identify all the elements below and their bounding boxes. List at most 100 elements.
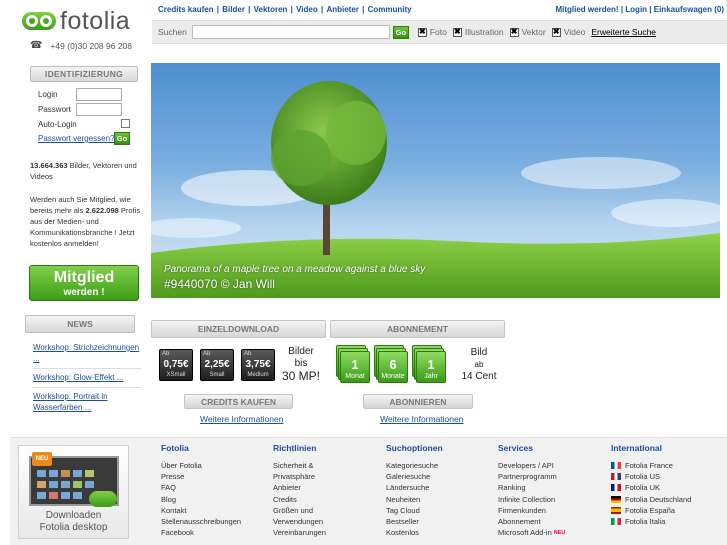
search-input[interactable] — [191, 25, 390, 39]
phone-icon: ☎ — [30, 40, 43, 51]
hero-caption: Panorama of a maple tree on a meadow aga… — [164, 264, 426, 275]
einzeldownload-claim: Bilder bis 30 MP! — [282, 346, 321, 383]
password-field[interactable] — [76, 103, 122, 116]
footer-link[interactable]: Infinite Collection — [498, 494, 608, 505]
footer-link[interactable]: Microsoft Add-in NEU — [498, 527, 608, 539]
footer-link[interactable]: Sicherheit & — [273, 460, 383, 471]
checkbox-checked-icon[interactable]: ✖ — [551, 27, 561, 37]
checkbox-checked-icon[interactable]: ✖ — [509, 27, 519, 37]
news-item[interactable]: Workshop: Strichzeichnungen ... — [33, 342, 141, 369]
checkbox-checked-icon[interactable]: ✖ — [452, 27, 462, 37]
autologin-checkbox[interactable] — [121, 119, 130, 128]
footer-link[interactable]: Partnerprogramm — [498, 471, 608, 482]
footer-column-richtlinien: Richtlinien Sicherheit & Privatsphäre An… — [273, 443, 383, 538]
footer-link[interactable]: Fotolia UK — [611, 482, 721, 493]
forgot-password-link[interactable]: Passwort vergessen? — [38, 134, 114, 143]
footer-link[interactable]: Vereinbarungen — [273, 527, 383, 538]
footer-link[interactable]: Anbieter — [273, 482, 383, 493]
filter-foto[interactable]: ✖ Foto — [417, 27, 447, 37]
search-bar: Suchen Go ✖ Foto ✖ Illustration ✖ Vektor ✖ V… — [152, 20, 727, 44]
footer-link[interactable]: Credits — [273, 494, 383, 505]
footer-column-title: Richtlinien — [273, 443, 317, 453]
news-header: NEWS — [25, 315, 135, 333]
news-item[interactable]: Workshop: Portrait in Wasserfarben ... — [33, 391, 141, 417]
footer-link[interactable]: Kostenlos — [386, 527, 496, 538]
footer-link[interactable]: Firmenkunden — [498, 505, 608, 516]
abonnement-more-link[interactable]: Weitere Informationen — [380, 414, 463, 424]
footer-link[interactable]: Fotolia Italia — [611, 516, 721, 527]
promo-line1: Downloaden — [45, 510, 102, 521]
nav-vektoren[interactable]: Vektoren — [254, 5, 288, 14]
einzeldownload-more-link[interactable]: Weitere Informationen — [200, 414, 283, 424]
footer-link[interactable]: Developers / API — [498, 460, 608, 471]
search-label: Suchen — [158, 27, 187, 37]
footer-link[interactable]: Presse — [161, 471, 271, 482]
italy-flag-icon — [611, 518, 621, 526]
footer-link[interactable]: Bestseller — [386, 516, 496, 527]
filter-illustration[interactable]: ✖ Illustration — [452, 27, 504, 37]
search-go-button[interactable]: Go — [392, 25, 409, 39]
nav-credits-kaufen[interactable]: Credits kaufen — [158, 5, 214, 14]
desktop-promo-banner[interactable]: NEU Downloaden Fotolia desktop — [18, 445, 129, 539]
filter-vektor[interactable]: ✖ Vektor — [509, 27, 546, 37]
footer-link[interactable]: Blog — [161, 494, 271, 505]
france-flag-icon — [611, 462, 621, 469]
nav-anbieter[interactable]: Anbieter — [326, 5, 358, 14]
top-navigation: Credits kaufen | Bilder | Vektoren | Vid… — [158, 5, 412, 14]
phone-text: +49 (0)30 208 96 208 — [50, 40, 132, 51]
nav-login[interactable]: Login — [625, 5, 647, 14]
news-item[interactable]: Workshop: Glow-Effekt ... — [33, 372, 141, 388]
footer-column-title: Fotolia — [161, 443, 189, 453]
password-label: Passwort — [38, 105, 71, 114]
price-small[interactable]: Ab 2,25€ Small — [200, 349, 234, 381]
plan-1-year[interactable]: 1 Jahr — [412, 345, 446, 383]
price-xsmall[interactable]: Ab 0,75€ XSmall — [159, 349, 193, 381]
footer-link[interactable]: Facebook — [161, 527, 271, 538]
nav-mitglied-werden[interactable]: Mitglied werden! — [555, 5, 618, 14]
footer-link[interactable]: Neuheiten — [386, 494, 496, 505]
filter-video[interactable]: ✖ Video — [551, 27, 585, 37]
nav-community[interactable]: Community — [368, 5, 412, 14]
hero-credit: #9440070 © Jan Will — [164, 277, 275, 291]
advanced-search-link[interactable]: Erweiterte Suche — [591, 27, 656, 37]
footer-link[interactable]: FAQ — [161, 482, 271, 493]
usa-flag-icon — [611, 473, 621, 481]
footer-column-title: Suchoptionen — [386, 443, 443, 453]
buy-credits-button[interactable]: CREDITS KAUFEN — [184, 394, 293, 409]
user-navigation: Mitglied werden! | Login | Einkaufswagen… — [555, 5, 724, 14]
footer-link[interactable]: Fotolia France — [611, 460, 721, 471]
footer-link[interactable]: Fotolia España — [611, 505, 721, 516]
nav-bilder[interactable]: Bilder — [222, 5, 245, 14]
footer-link[interactable]: Privatsphäre — [273, 471, 383, 482]
footer-link[interactable]: Ländersuche — [386, 482, 496, 493]
login-label: Login — [38, 90, 58, 99]
new-tag: NEU — [553, 530, 566, 537]
hero-image[interactable]: Panorama of a maple tree on a meadow aga… — [151, 63, 720, 298]
footer-link[interactable]: Kontakt — [161, 505, 271, 516]
nav-einkaufswagen[interactable]: Einkaufswagen (0) — [654, 5, 724, 14]
nav-video[interactable]: Video — [296, 5, 318, 14]
footer-link[interactable]: Fotolia US — [611, 471, 721, 482]
footer-link[interactable]: Größen und — [273, 505, 383, 516]
footer-link[interactable]: Ranking — [498, 482, 608, 493]
login-header: IDENTIFIZIERUNG — [30, 66, 138, 82]
plan-1-month[interactable]: 1 Monat — [336, 345, 370, 383]
logo-text: fotolia — [60, 7, 131, 35]
footer-link[interactable]: Stellenausschreibungen — [161, 516, 271, 527]
phone-number: ☎ +49 (0)30 208 96 208 — [30, 40, 132, 51]
footer-link[interactable]: Fotolia Deutschland — [611, 494, 721, 505]
plan-6-months[interactable]: 6 Monate — [374, 345, 408, 383]
fotolia-logo[interactable]: fotolia — [22, 8, 142, 34]
checkbox-checked-icon[interactable]: ✖ — [417, 27, 427, 37]
login-field[interactable] — [76, 88, 122, 101]
footer-link[interactable]: Verwendungen — [273, 516, 383, 527]
footer-link[interactable]: Tag Cloud — [386, 505, 496, 516]
login-go-button[interactable]: Go — [114, 132, 130, 145]
footer-link[interactable]: Kategoriesuche — [386, 460, 496, 471]
become-member-button[interactable]: Mitglied werden ! — [29, 265, 139, 301]
price-medium[interactable]: Ab 3,75€ Medium — [241, 349, 275, 381]
footer-link[interactable]: Galeriesuche — [386, 471, 496, 482]
footer-link[interactable]: Abonnement — [498, 516, 608, 527]
footer-link[interactable]: Über Fotolia — [161, 460, 271, 471]
subscribe-button[interactable]: ABONNIEREN — [363, 394, 473, 409]
